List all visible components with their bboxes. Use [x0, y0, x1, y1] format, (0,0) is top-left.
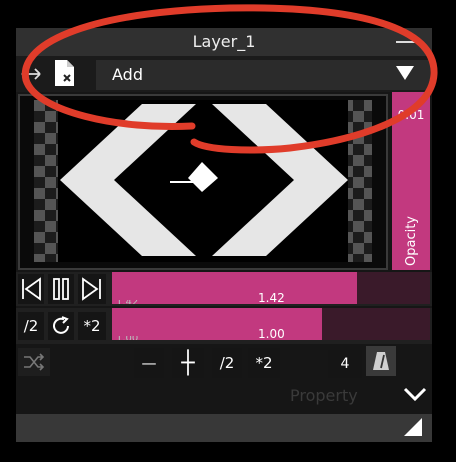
- scale-value: 1.00: [258, 327, 285, 341]
- speed-slider-fill: [112, 272, 357, 304]
- speed-value: 1.42: [258, 291, 285, 305]
- scale-slider-fill: [112, 308, 322, 340]
- opacity-label: Opacity: [404, 215, 419, 266]
- blend-mode-value: Add: [112, 65, 143, 84]
- double-button-2[interactable]: *2: [248, 348, 280, 378]
- scale-slider[interactable]: 1.00 1.00: [112, 308, 430, 341]
- blend-mode-select[interactable]: [96, 60, 430, 90]
- bottom-bar: [16, 414, 432, 442]
- metronome-icon[interactable]: [366, 346, 396, 376]
- chevron-down-icon[interactable]: [402, 384, 428, 404]
- half-button[interactable]: /2: [18, 312, 44, 340]
- skip-forward-icon[interactable]: [78, 274, 106, 304]
- count-field[interactable]: 4: [328, 350, 362, 378]
- shuffle-icon[interactable]: [18, 348, 50, 376]
- minus-button[interactable]: —: [134, 348, 164, 378]
- layer-preview[interactable]: [34, 100, 372, 262]
- skip-back-icon[interactable]: [18, 274, 44, 304]
- half-button-2[interactable]: /2: [212, 348, 242, 378]
- pause-icon[interactable]: [48, 274, 74, 304]
- opacity-value: 0.01: [397, 108, 425, 122]
- layer-title: Layer_1: [192, 32, 256, 51]
- move-horizontal-icon[interactable]: [18, 62, 44, 86]
- menu-icon[interactable]: [396, 41, 422, 43]
- double-button[interactable]: *2: [78, 312, 106, 340]
- file-delete-icon[interactable]: [52, 58, 78, 88]
- dropdown-arrow-icon[interactable]: [396, 66, 414, 80]
- scale-sub-value: 1.00: [116, 336, 138, 340]
- speed-sub-value: 1.42: [116, 300, 138, 304]
- plus-button[interactable]: ┼: [172, 348, 204, 378]
- resize-corner-icon[interactable]: [404, 418, 422, 436]
- refresh-icon[interactable]: [48, 312, 74, 340]
- property-label: Property: [290, 386, 358, 405]
- speed-slider[interactable]: 1.42 1.42: [112, 272, 430, 305]
